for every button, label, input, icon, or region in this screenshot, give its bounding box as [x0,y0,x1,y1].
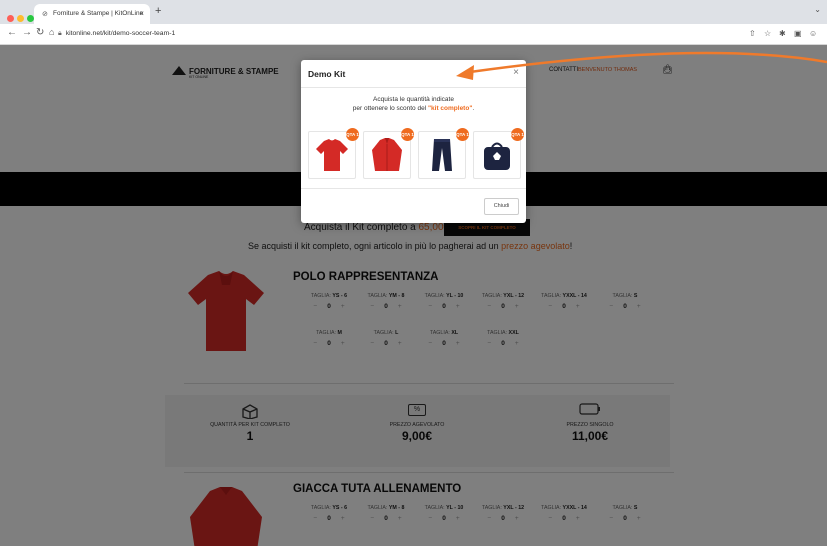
maximize-window-icon[interactable] [27,15,34,22]
kit-item-bag: QTA 1 [473,128,524,179]
address-bar[interactable]: 🔒︎ kitonline.net/kit/demo-soccer-team-1 [58,27,748,41]
modal-divider [301,188,526,189]
profile-icon[interactable]: ☺ [809,29,817,38]
browser-tab[interactable]: ⊘ Forniture & Stampe | KitOnLine × [34,4,150,24]
quantity-badge: QTA 1 [346,128,359,141]
quantity-badge: QTA 1 [511,128,524,141]
chevron-down-icon[interactable]: ⌄ [814,5,821,14]
back-icon[interactable]: ← [7,27,17,38]
modal-divider [301,87,526,88]
close-icon[interactable]: × [513,67,519,78]
address-toolbar: ← → ↻ ⌂ 🔒︎ kitonline.net/kit/demo-soccer-… [0,24,827,45]
kit-item-polo: QTA 1 [308,128,359,179]
kit-completo-highlight: "kit completo" [427,105,473,112]
browser-tab-bar: ⊘ Forniture & Stampe | KitOnLine × + ⌄ [0,0,827,24]
demo-kit-modal: Demo Kit × Acquista le quantità indicate… [301,60,526,223]
close-button[interactable]: Chiudi [484,198,519,215]
star-icon[interactable]: ☆ [764,29,771,38]
modal-message: Acquista le quantità indicate per ottene… [301,95,526,113]
globe-icon: ⊘ [42,11,48,18]
close-tab-icon[interactable]: × [139,9,144,18]
jacket-thumbnail [372,138,402,171]
modal-message-text: per ottenere lo sconto del [352,105,427,112]
home-icon[interactable]: ⌂ [49,27,54,37]
modal-message-line-2: per ottenere lo sconto del "kit completo… [301,104,526,113]
extensions-icon[interactable]: ✱ [779,29,786,38]
kit-item-pants: QTA 1 [418,128,469,179]
share-icon[interactable]: ⇧ [749,29,756,38]
modal-title: Demo Kit [308,69,346,79]
new-tab-button[interactable]: + [155,5,161,17]
close-window-icon[interactable] [7,15,14,22]
quantity-badge: QTA 1 [401,128,414,141]
modal-message-suffix: . [472,105,475,112]
kit-item-jacket: QTA 1 [363,128,414,179]
page: FORNITURE & STAMPE KIT ONLINE CONTATTI B… [0,45,827,546]
bag-thumbnail [484,142,510,170]
reload-icon[interactable]: ↻ [36,27,44,38]
sidebar-icon[interactable]: ▣ [794,29,802,38]
forward-icon[interactable]: → [22,27,32,38]
quantity-badge: QTA 1 [456,128,469,141]
url-text: kitonline.net/kit/demo-soccer-team-1 [65,30,176,37]
lock-icon: 🔒︎ [58,30,62,37]
polo-thumbnail [316,139,348,171]
minimize-window-icon[interactable] [17,15,24,22]
tab-title: Forniture & Stampe | KitOnLine [53,10,144,17]
modal-message-line-1: Acquista le quantità indicate [373,96,454,103]
pants-thumbnail [432,139,452,171]
